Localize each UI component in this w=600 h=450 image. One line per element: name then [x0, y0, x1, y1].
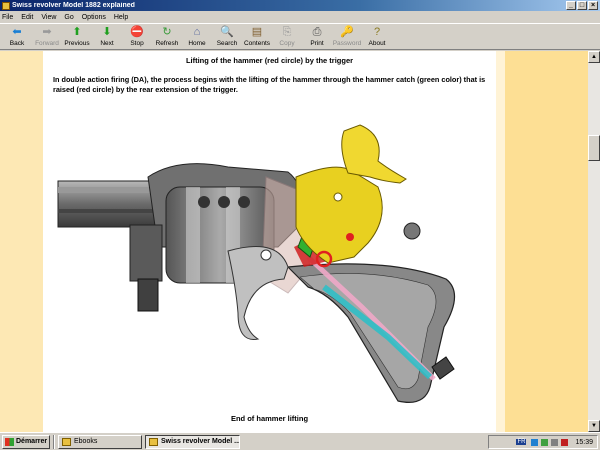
toolbar-forward-button[interactable]: ➡ Forward — [32, 24, 62, 50]
scroll-thumb[interactable] — [588, 135, 600, 161]
close-button[interactable]: × — [588, 1, 598, 10]
toolbar-button-label: Password — [332, 40, 362, 47]
content-area: Lifting of the hammer (red circle) by th… — [0, 51, 588, 432]
figure-caption: End of hammer lifting — [230, 414, 309, 423]
start-button[interactable]: Démarrer — [2, 434, 50, 449]
right-margin — [505, 51, 588, 432]
revolver-diagram — [57, 124, 456, 403]
toolbar-next-button[interactable]: ⬇ Next — [92, 24, 122, 50]
toolbar-stop-button[interactable]: ⛔ Stop — [122, 24, 152, 50]
toolbar-button-label: Copy — [279, 40, 295, 47]
page-heading: Lifting of the hammer (red circle) by th… — [185, 56, 354, 65]
menu-options[interactable]: Options — [82, 14, 106, 21]
start-label: Démarrer — [16, 438, 48, 445]
toolbar-button-label: About — [368, 40, 386, 47]
toolbar: ⬅ Back ➡ Forward ⬆ Previous ⬇ Next ⛔ Stop ↻ Refresh… — [0, 23, 600, 50]
language-indicator[interactable]: FR — [516, 439, 527, 445]
toolbar-button-label: Refresh — [155, 40, 179, 47]
vertical-scrollbar[interactable]: ▲ ▼ — [588, 51, 600, 432]
menu-bar: File Edit View Go Options Help — [0, 11, 600, 23]
left-margin — [0, 51, 43, 432]
page-paragraph: In double action firing (DA), the proces… — [53, 75, 486, 94]
network-icon[interactable] — [531, 438, 539, 446]
scroll-down-button[interactable]: ▼ — [588, 420, 600, 432]
password-icon: 🔑 — [340, 26, 354, 38]
task-swiss-revolver[interactable]: Swiss revolver Model ... — [145, 434, 240, 449]
menu-edit[interactable]: Edit — [21, 14, 33, 21]
toolbar-button-label: Next — [100, 40, 114, 47]
tray-app-icon[interactable] — [541, 438, 549, 446]
toolbar-password-button[interactable]: 🔑 Password — [332, 24, 362, 50]
title-bar: Swiss revolver Model 1882 explained _ □ … — [0, 0, 600, 11]
toolbar-copy-button[interactable]: ⎘ Copy — [272, 24, 302, 50]
back-arrow-icon: ⬅ — [12, 26, 22, 38]
window-title: Swiss revolver Model 1882 explained — [12, 2, 135, 9]
volume-icon[interactable] — [551, 438, 559, 446]
system-tray: FR 15:39 — [488, 435, 598, 449]
help-viewer-window: Swiss revolver Model 1882 explained _ □ … — [0, 0, 600, 450]
task-ebooks[interactable]: Ebooks — [58, 434, 142, 449]
refresh-icon: ↻ — [162, 26, 172, 38]
stop-icon: ⛔ — [130, 26, 144, 38]
antivirus-icon[interactable] — [561, 438, 569, 446]
app-icon — [2, 1, 10, 10]
toolbar-back-button[interactable]: ⬅ Back — [2, 24, 32, 50]
menu-file[interactable]: File — [2, 14, 13, 21]
taskbar: Démarrer Ebooks Swiss revolver Model ...… — [0, 432, 600, 450]
contents-icon: ▤ — [251, 26, 263, 38]
copy-icon: ⎘ — [282, 26, 292, 38]
toolbar-button-label: Search — [216, 40, 238, 47]
down-arrow-icon: ⬇ — [102, 26, 112, 38]
toolbar-search-button[interactable]: 🔍 Search — [212, 24, 242, 50]
toolbar-button-label: Contents — [243, 40, 271, 47]
toolbar-button-label: Back — [9, 40, 25, 47]
minimize-button[interactable]: _ — [566, 1, 576, 10]
menu-go[interactable]: Go — [64, 14, 73, 21]
toolbar-about-button[interactable]: ? About — [362, 24, 392, 50]
toolbar-contents-button[interactable]: ▤ Contents — [242, 24, 272, 50]
search-icon: 🔍 — [220, 26, 234, 38]
forward-arrow-icon: ➡ — [42, 26, 52, 38]
folder-icon — [62, 437, 71, 446]
scroll-up-button[interactable]: ▲ — [588, 51, 600, 63]
toolbar-button-label: Forward — [35, 40, 59, 47]
help-app-icon — [149, 437, 158, 446]
up-arrow-icon: ⬆ — [72, 26, 82, 38]
windows-flag-icon — [5, 437, 14, 446]
hammer — [295, 124, 407, 264]
toolbar-button-label: Home — [188, 40, 206, 47]
menu-help[interactable]: Help — [114, 14, 128, 21]
clock: 15:39 — [575, 438, 593, 446]
about-icon: ? — [373, 26, 381, 38]
right-band — [496, 51, 505, 432]
toolbar-print-button[interactable]: ⎙ Print — [302, 24, 332, 50]
maximize-button[interactable]: □ — [577, 1, 587, 10]
toolbar-button-label: Stop — [130, 40, 144, 47]
home-icon: ⌂ — [193, 26, 201, 38]
toolbar-home-button[interactable]: ⌂ Home — [182, 24, 212, 50]
menu-view[interactable]: View — [41, 14, 56, 21]
toolbar-button-label: Print — [310, 40, 324, 47]
toolbar-refresh-button[interactable]: ↻ Refresh — [152, 24, 182, 50]
print-icon: ⎙ — [312, 26, 322, 38]
toolbar-button-label: Previous — [64, 40, 90, 47]
toolbar-previous-button[interactable]: ⬆ Previous — [62, 24, 92, 50]
